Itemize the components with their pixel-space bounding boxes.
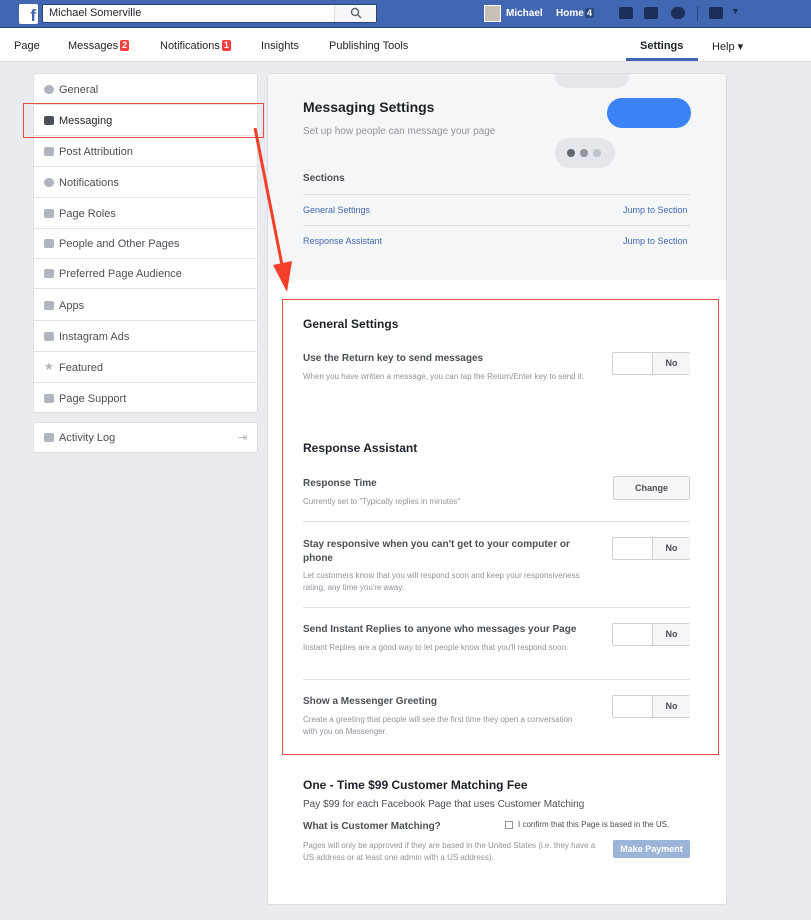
activity-log-label: Activity Log [59,432,116,444]
sidebar-item-label: Preferred Page Audience [59,268,182,280]
typing-dot [567,149,575,157]
tab-insights[interactable]: Insights [261,40,299,52]
section-link-general-settings[interactable]: General Settings [303,205,370,215]
sidebar-item-page-roles[interactable]: Page Roles [34,198,257,229]
annotation-highlight-box [23,103,264,138]
sidebar-item-label: People and Other Pages [59,238,180,250]
tab-publishing-tools[interactable]: Publishing Tools [329,40,408,52]
messages-count-badge: 2 [120,40,130,51]
sidebar-item-label: Post Attribution [59,146,133,158]
tab-notifications[interactable]: Notifications 1 [160,40,231,52]
customer-matching-note: Pages will only be approved if they are … [303,841,596,862]
sidebar-item-label: Instagram Ads [59,331,130,343]
sidebar-item-label: Page Support [59,393,127,405]
gear-icon [44,85,54,94]
sidebar-item-preferred-page-audience[interactable]: Preferred Page Audience [34,258,257,289]
search-field[interactable]: Michael Somerville [42,4,377,23]
customer-matching-question[interactable]: What is Customer Matching? [303,821,441,832]
chat-bubble-illustration [555,74,629,88]
facebook-logo-icon[interactable]: f [19,4,38,24]
top-bar: f Michael Somerville Michael Home 4 ▼ [0,0,811,28]
activity-log-link[interactable]: Activity Log ⇥ [33,422,258,453]
annotation-arrow-icon [253,127,292,292]
tab-help[interactable]: Help ▾ [712,40,743,53]
sidebar-item-general[interactable]: General [34,74,257,105]
cube-icon [44,301,54,310]
make-payment-button[interactable]: Make Payment [613,840,690,858]
home-count-badge: 4 [585,8,595,18]
jump-to-section-link[interactable]: Jump to Section [623,236,688,246]
notifications-count-badge: 1 [221,40,231,51]
star-icon: ★ [44,361,54,373]
chat-bubble-illustration [607,98,691,128]
sidebar-item-label: Featured [59,362,104,374]
sections-heading: Sections [303,173,345,184]
us-confirm-checkbox[interactable] [505,821,513,829]
sidebar-item-notifications[interactable]: Notifications [34,167,257,198]
messages-icon[interactable] [644,7,658,19]
facebook-icon [44,394,54,403]
divider [303,225,690,226]
sign-in-icon: ⇥ [238,432,248,444]
friend-requests-icon[interactable] [619,7,633,19]
section-link-response-assistant[interactable]: Response Assistant [303,236,382,246]
people-icon [44,239,54,248]
person-icon [44,209,54,218]
typing-dot [593,149,601,157]
sidebar-item-post-attribution[interactable]: Post Attribution [34,136,257,167]
privacy-icon[interactable] [709,7,723,19]
annotation-highlight-box [282,299,719,755]
divider [303,194,690,195]
globe-icon[interactable] [671,7,685,19]
profile-link[interactable]: Michael [506,8,543,19]
sidebar-item-label: General [59,84,99,96]
tab-messages-label: Messages [68,40,119,52]
sidebar-item-instagram-ads[interactable]: Instagram Ads [34,321,257,352]
tab-page[interactable]: Page [14,40,40,52]
customer-matching-subtitle: Pay $99 for each Facebook Page that uses… [303,799,585,810]
jump-to-section-link[interactable]: Jump to Section [623,205,688,215]
sidebar-item-label: Page Roles [59,208,116,220]
page-title: Messaging Settings [303,99,435,115]
tab-messages[interactable]: Messages 2 [68,40,130,52]
customer-matching-heading: One - Time $99 Customer Matching Fee [303,778,528,792]
typing-indicator [555,138,615,168]
sidebar-item-page-support[interactable]: Page Support [34,383,257,414]
sidebar-item-apps[interactable]: Apps [34,290,257,321]
people-icon [44,269,54,278]
avatar[interactable] [484,5,501,22]
flag-icon [44,147,54,156]
divider [697,6,698,21]
us-confirm-label: I confirm that this Page is based in the… [518,820,670,829]
sidebar-item-label: Notifications [59,177,119,189]
search-icon [350,7,362,19]
page-subtitle: Set up how people can message your page [303,126,496,137]
active-tab-indicator [626,58,698,61]
tab-notifications-label: Notifications [160,40,220,52]
home-link[interactable]: Home [556,8,584,19]
page-nav: Page Messages 2 Notifications 1 Insights P… [0,28,811,62]
typing-dot [580,149,588,157]
tab-settings[interactable]: Settings [640,40,683,52]
sidebar-item-label: Apps [59,300,85,312]
sidebar-item-featured[interactable]: ★ Featured [34,352,257,383]
instagram-icon [44,332,54,341]
list-icon [44,433,54,442]
globe-icon [44,178,54,187]
search-input[interactable]: Michael Somerville [49,7,141,19]
sidebar-item-people-and-other-pages[interactable]: People and Other Pages [34,228,257,259]
chevron-down-icon[interactable]: ▼ [731,6,740,16]
search-button[interactable] [334,5,376,22]
